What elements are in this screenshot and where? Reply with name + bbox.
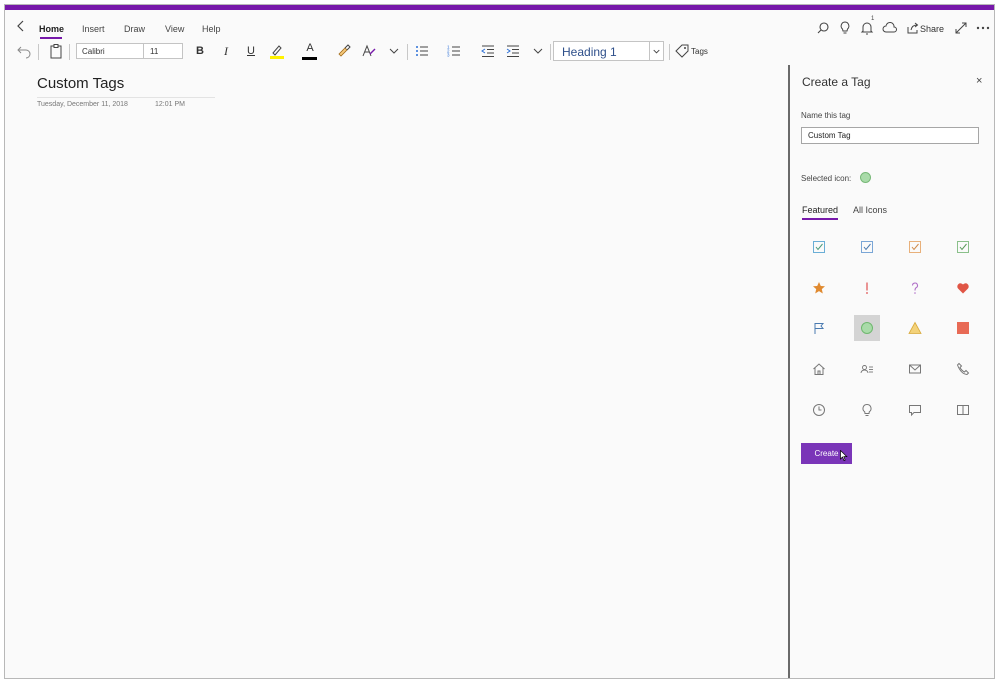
square-red-icon[interactable] xyxy=(950,315,976,341)
toolbar-separator xyxy=(69,44,70,60)
chevron-down-icon[interactable] xyxy=(649,42,663,60)
search-icon[interactable] xyxy=(815,20,831,36)
tab-view[interactable]: View xyxy=(165,24,184,34)
bold-button[interactable]: B xyxy=(191,42,209,60)
tab-all-icons[interactable]: All Icons xyxy=(853,205,887,215)
underline-button[interactable]: U xyxy=(242,42,260,60)
tab-help[interactable]: Help xyxy=(202,24,221,34)
font-size[interactable]: 11 xyxy=(150,47,158,56)
checkbox-green-icon[interactable] xyxy=(950,234,976,260)
tab-featured[interactable]: Featured xyxy=(802,205,838,215)
numbered-list-icon[interactable]: 123 xyxy=(445,42,463,60)
notification-bell-icon[interactable] xyxy=(859,20,875,36)
page-title[interactable]: Custom Tags xyxy=(37,75,124,92)
phone-icon[interactable] xyxy=(950,356,976,382)
exclamation-icon[interactable] xyxy=(854,275,880,301)
ribbon-toolbar: Calibri 11 B I U A 123 Heading 1 Tags xyxy=(5,39,994,65)
fullscreen-icon[interactable] xyxy=(953,20,969,36)
undo-icon[interactable] xyxy=(15,42,33,60)
toolbar-separator xyxy=(669,44,670,60)
app-window: Home Insert Draw View Help 1 Share Calib… xyxy=(4,4,995,679)
star-icon[interactable] xyxy=(806,275,832,301)
question-icon[interactable] xyxy=(902,275,928,301)
panel-title: Create a Tag xyxy=(802,75,871,89)
mail-icon[interactable] xyxy=(902,356,928,382)
lightbulb-icon[interactable] xyxy=(837,20,853,36)
format-painter-icon[interactable] xyxy=(335,42,353,60)
selected-icon-label: Selected icon: xyxy=(801,174,852,183)
tab-insert[interactable]: Insert xyxy=(82,24,105,34)
circle-green-icon[interactable] xyxy=(854,315,880,341)
font-box-separator xyxy=(143,44,144,58)
font-color-swatch xyxy=(302,57,317,60)
highlight-icon[interactable] xyxy=(268,42,286,60)
chevron-down-icon[interactable] xyxy=(529,42,547,60)
flag-icon[interactable] xyxy=(806,315,832,341)
chevron-down-icon[interactable] xyxy=(385,42,403,60)
selected-circle-icon xyxy=(860,172,871,183)
toolbar-separator xyxy=(407,44,408,60)
style-selector[interactable]: Heading 1 xyxy=(553,41,664,61)
checkbox-orange-icon[interactable] xyxy=(902,234,928,260)
name-label: Name this tag xyxy=(801,111,851,120)
tab-featured-underline xyxy=(802,218,838,220)
heart-icon[interactable] xyxy=(950,275,976,301)
toolbar-separator xyxy=(38,44,39,60)
tag-icon[interactable] xyxy=(673,42,691,60)
increase-indent-icon[interactable] xyxy=(504,42,522,60)
share-label[interactable]: Share xyxy=(920,24,944,34)
create-tag-panel: Create a Tag × Name this tag Selected ic… xyxy=(790,65,994,678)
svg-text:3: 3 xyxy=(447,53,450,58)
italic-button[interactable]: I xyxy=(217,42,235,60)
book-icon[interactable] xyxy=(950,397,976,423)
cloud-sync-icon[interactable] xyxy=(882,20,898,36)
page-time: 12:01 PM xyxy=(155,101,185,108)
clipboard-icon[interactable] xyxy=(47,42,65,60)
comment-icon[interactable] xyxy=(902,397,928,423)
title-underline xyxy=(37,97,215,98)
page-date: Tuesday, December 11, 2018 xyxy=(37,101,128,108)
checkbox-teal-icon[interactable] xyxy=(806,234,832,260)
font-selector[interactable]: Calibri 11 xyxy=(76,43,183,59)
lightbulb-icon[interactable] xyxy=(854,397,880,423)
home-icon[interactable] xyxy=(806,356,832,382)
triangle-yellow-icon[interactable] xyxy=(902,315,928,341)
clock-icon[interactable] xyxy=(806,397,832,423)
more-options-icon[interactable] xyxy=(975,20,991,36)
clear-formatting-icon[interactable] xyxy=(360,42,378,60)
tab-draw[interactable]: Draw xyxy=(124,24,145,34)
tab-home[interactable]: Home xyxy=(39,24,64,34)
close-button[interactable]: × xyxy=(976,75,982,87)
back-arrow-icon[interactable] xyxy=(14,19,28,33)
share-icon[interactable] xyxy=(905,20,921,36)
font-name[interactable]: Calibri xyxy=(82,47,105,56)
decrease-indent-icon[interactable] xyxy=(479,42,497,60)
menu-row: Home Insert Draw View Help 1 Share xyxy=(5,10,994,40)
tag-name-input[interactable] xyxy=(801,127,979,144)
notification-count: 1 xyxy=(871,16,875,22)
style-name[interactable]: Heading 1 xyxy=(562,45,617,59)
checkbox-blue-icon[interactable] xyxy=(854,234,880,260)
tags-button-label[interactable]: Tags xyxy=(691,47,708,56)
bullet-list-icon[interactable] xyxy=(413,42,431,60)
contact-icon[interactable] xyxy=(854,356,880,382)
note-page[interactable]: Custom Tags Tuesday, December 11, 2018 1… xyxy=(5,65,789,678)
mouse-cursor-icon xyxy=(840,450,848,461)
toolbar-separator xyxy=(550,44,551,60)
